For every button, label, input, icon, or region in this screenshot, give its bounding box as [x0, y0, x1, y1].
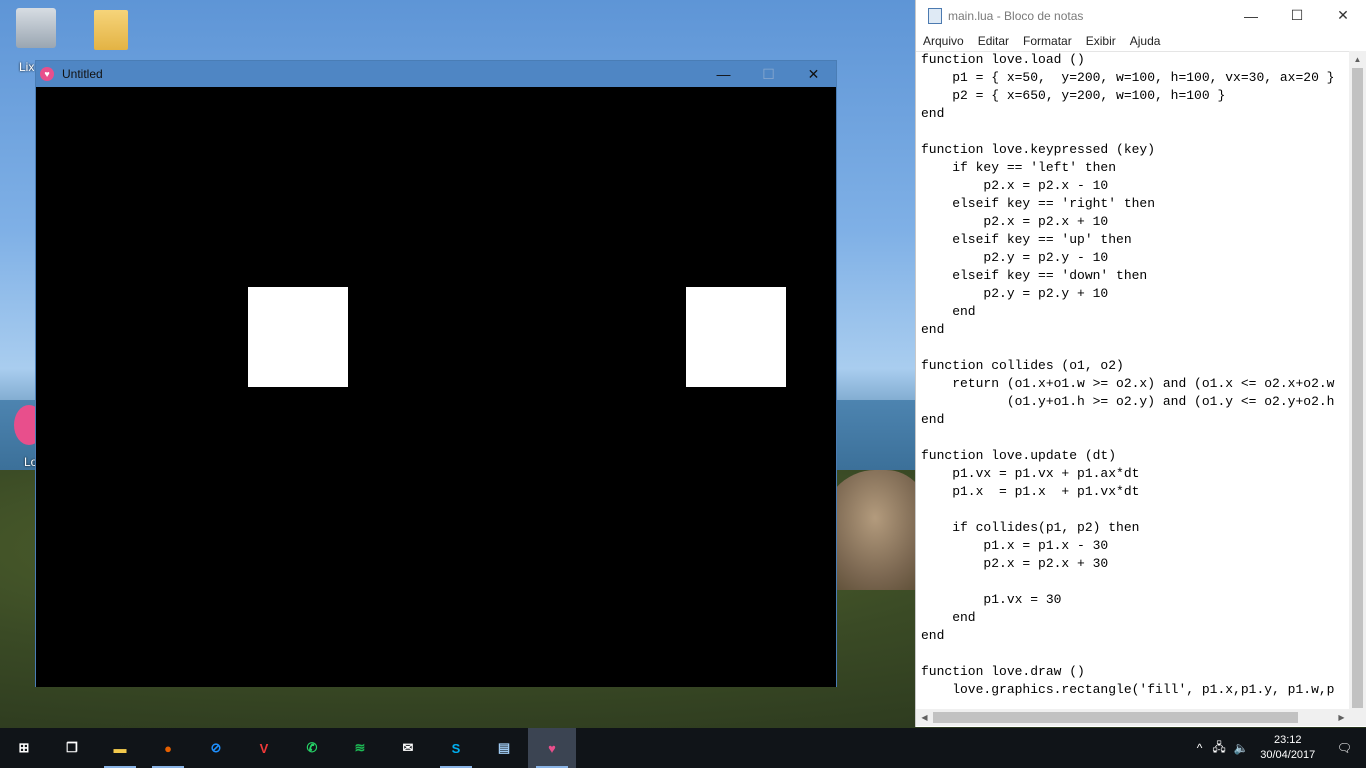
file-explorer-button[interactable]: ▬ — [96, 728, 144, 768]
scroll-up-icon[interactable]: ▲ — [1349, 51, 1366, 68]
menu-bar: Arquivo Editar Formatar Exibir Ajuda — [916, 31, 1366, 52]
skype-icon: S — [451, 740, 461, 756]
rectangle-p1 — [248, 287, 348, 387]
vertical-scroll-thumb[interactable] — [1352, 68, 1363, 708]
whatsapp-icon: ✆ — [306, 740, 318, 755]
code-text[interactable]: function love.load () p1 = { x=50, y=200… — [916, 51, 1350, 699]
clock-time: 23:12 — [1274, 734, 1302, 746]
network-icon[interactable]: 🖧 — [1208, 738, 1229, 759]
app-blue-button[interactable]: ⊘ — [192, 728, 240, 768]
mail-icon: ✉ — [402, 740, 414, 755]
recycle-bin-icon[interactable] — [16, 8, 56, 48]
love-window-titlebar[interactable]: ♥ Untitled — ☐ ✕ — [36, 61, 836, 87]
notepad-window[interactable]: main.lua - Bloco de notas — ☐ ✕ Arquivo … — [915, 0, 1366, 727]
menu-arquivo[interactable]: Arquivo — [916, 34, 971, 48]
menu-formatar[interactable]: Formatar — [1016, 34, 1079, 48]
maximize-button[interactable]: ☐ — [746, 61, 791, 87]
love-heart-icon: ♥ — [40, 67, 54, 81]
recycle-bin-label: Lix — [19, 60, 35, 74]
scroll-left-icon[interactable]: ◀ — [916, 709, 933, 726]
vertical-scrollbar[interactable]: ▲ — [1349, 51, 1366, 709]
whatsapp-button[interactable]: ✆ — [288, 728, 336, 768]
volume-icon[interactable]: 🔈 — [1230, 741, 1253, 755]
maximize-button[interactable]: ☐ — [1274, 0, 1320, 31]
close-button[interactable]: ✕ — [791, 61, 836, 87]
windows-logo-icon: ⊞ — [18, 740, 30, 755]
horizontal-scroll-thumb[interactable] — [933, 712, 1298, 723]
horizontal-scrollbar[interactable]: ◀ ▶ — [916, 709, 1350, 726]
scrollbar-corner — [1349, 709, 1366, 726]
spotify-icon: ≋ — [354, 740, 366, 755]
notepad-icon — [928, 7, 942, 24]
love-window[interactable]: ♥ Untitled — ☐ ✕ — [35, 60, 837, 687]
clock-date: 30/04/2017 — [1260, 749, 1316, 761]
notepad-button[interactable]: ▤ — [480, 728, 528, 768]
minimize-button[interactable]: — — [1228, 0, 1274, 31]
task-view-icon: ❐ — [66, 740, 78, 755]
menu-editar[interactable]: Editar — [971, 34, 1016, 48]
notepad-title: main.lua - Bloco de notas — [948, 8, 1084, 23]
vivaldi-icon: V — [259, 740, 269, 756]
love-window-title: Untitled — [62, 67, 103, 81]
firefox-button[interactable]: ● — [144, 728, 192, 768]
show-hidden-icons-chevron-icon[interactable]: ^ — [1191, 741, 1209, 755]
mail-button[interactable]: ✉ — [384, 728, 432, 768]
menu-ajuda[interactable]: Ajuda — [1123, 34, 1168, 48]
notepad-titlebar[interactable]: main.lua - Bloco de notas — ☐ ✕ — [916, 0, 1366, 31]
notifications-icon[interactable]: 🗨 — [1323, 741, 1366, 755]
system-tray: ^ 🖧 🔈 23:12 30/04/2017 🗨 — [1191, 728, 1366, 768]
clock[interactable]: 23:12 30/04/2017 — [1253, 733, 1323, 763]
text-editor[interactable]: function love.load () p1 = { x=50, y=200… — [916, 51, 1350, 709]
folder-icon[interactable] — [94, 10, 128, 50]
notepad-icon: ▤ — [497, 740, 511, 755]
skype-button[interactable]: S — [432, 728, 480, 768]
vivaldi-button[interactable]: V — [240, 728, 288, 768]
blue-app-icon: ⊘ — [210, 740, 222, 755]
minimize-button[interactable]: — — [701, 61, 746, 87]
love-heart-icon: ♥ — [548, 740, 556, 756]
love-button[interactable]: ♥ — [528, 728, 576, 768]
task-view-button[interactable]: ❐ — [48, 728, 96, 768]
taskbar: ⊞ ❐ ▬ ● ⊘ V ✆ ≋ ✉ S ▤ ♥ ^ 🖧 🔈 23:12 30/04/2017 🗨 — [0, 728, 1366, 768]
firefox-icon: ● — [164, 740, 172, 756]
close-button[interactable]: ✕ — [1320, 0, 1366, 31]
scroll-right-icon[interactable]: ▶ — [1333, 709, 1350, 726]
folder-icon: ▬ — [113, 740, 127, 756]
rectangle-p2 — [686, 287, 786, 387]
start-button[interactable]: ⊞ — [0, 728, 48, 768]
menu-exibir[interactable]: Exibir — [1079, 34, 1123, 48]
game-canvas[interactable] — [36, 87, 836, 687]
spotify-button[interactable]: ≋ — [336, 728, 384, 768]
